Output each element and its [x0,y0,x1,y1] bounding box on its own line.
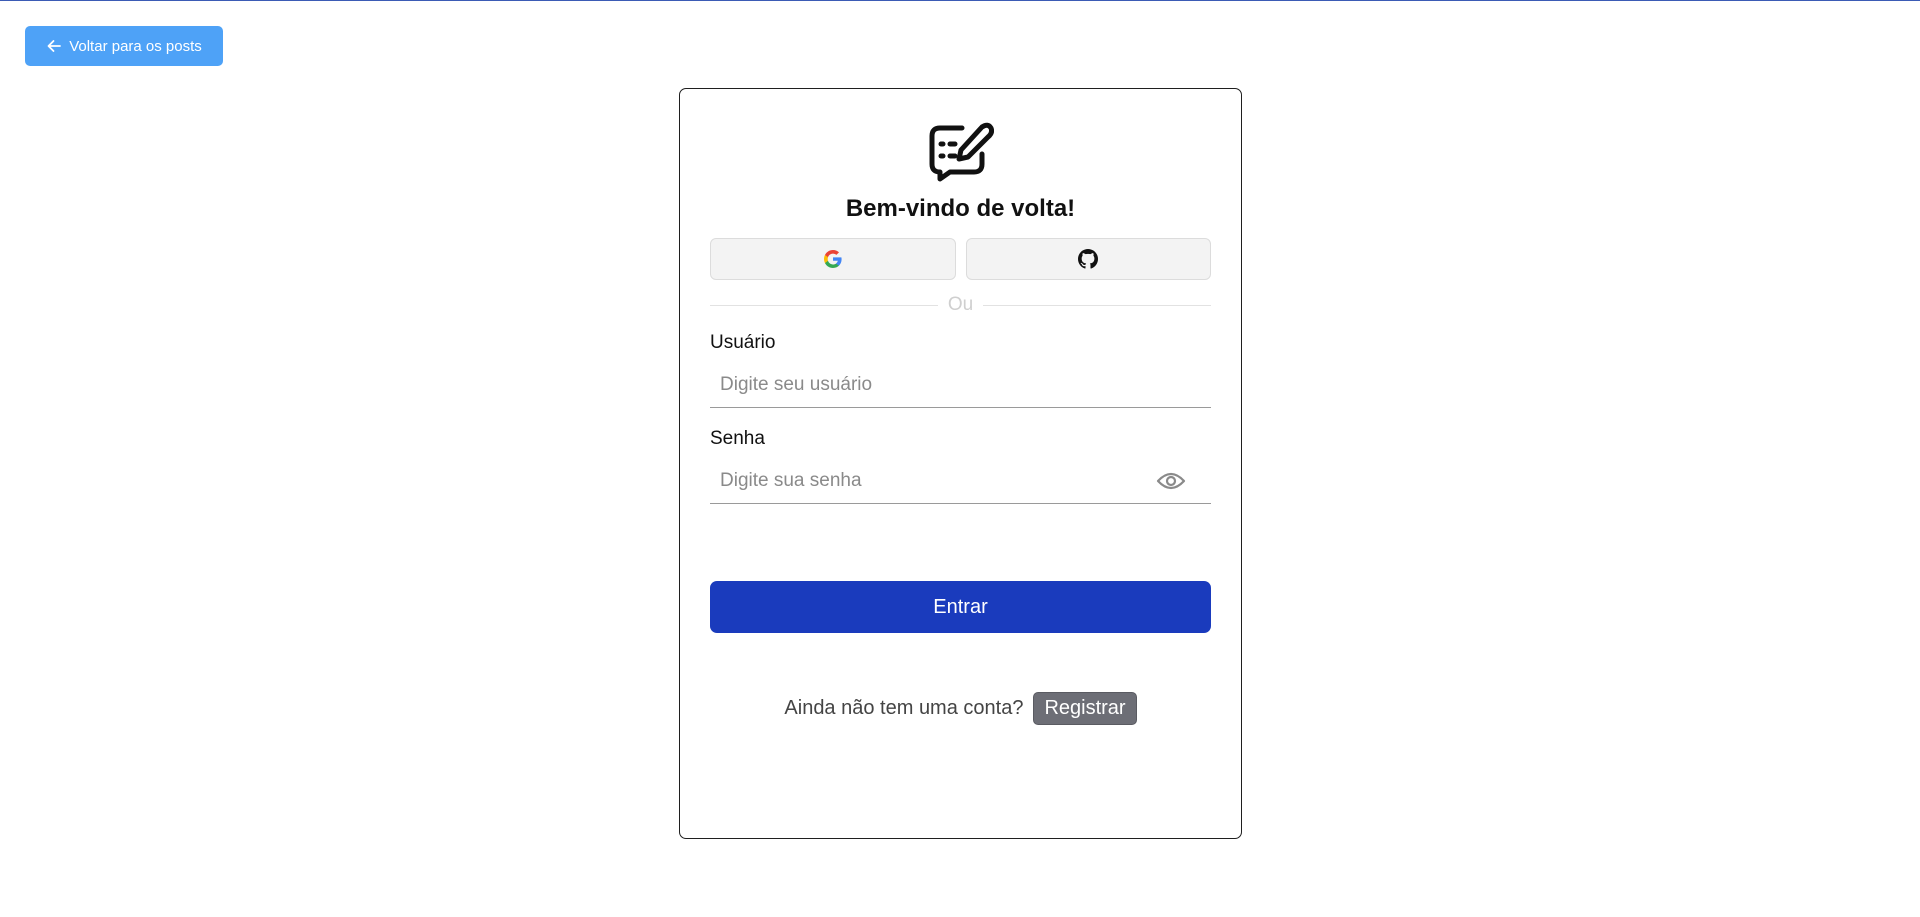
password-input[interactable] [710,458,1211,503]
divider-text: Ou [947,294,974,315]
page-title: Bem-vindo de volta! [845,195,1076,222]
google-icon [823,250,842,268]
social-login-row [710,238,1211,280]
login-card: Bem-vindo de volta! Ou Usuário Senha [679,88,1242,839]
password-label: Senha [710,428,765,449]
github-login-button[interactable] [965,238,1211,280]
password-field-wrapper [710,458,1211,504]
back-to-posts-label: Voltar para os posts [69,37,202,55]
login-submit-button[interactable]: Entrar [710,581,1211,633]
edit-note-icon [929,122,994,182]
or-divider: Ou [710,294,1212,316]
google-login-button[interactable] [710,238,956,280]
divider-line-right [983,304,1212,306]
register-button[interactable]: Registrar [1033,692,1137,725]
back-to-posts-button[interactable]: Voltar para os posts [25,26,223,66]
eye-icon[interactable] [1156,470,1186,492]
register-row: Ainda não tem uma conta? Registrar [680,692,1241,725]
username-input[interactable] [710,362,1211,407]
register-prompt: Ainda não tem uma conta? [784,697,1024,719]
username-field-wrapper [710,362,1211,408]
divider-line-left [710,304,938,306]
username-label: Usuário [710,332,776,353]
arrow-left-icon [47,40,62,52]
github-icon [1078,249,1099,269]
